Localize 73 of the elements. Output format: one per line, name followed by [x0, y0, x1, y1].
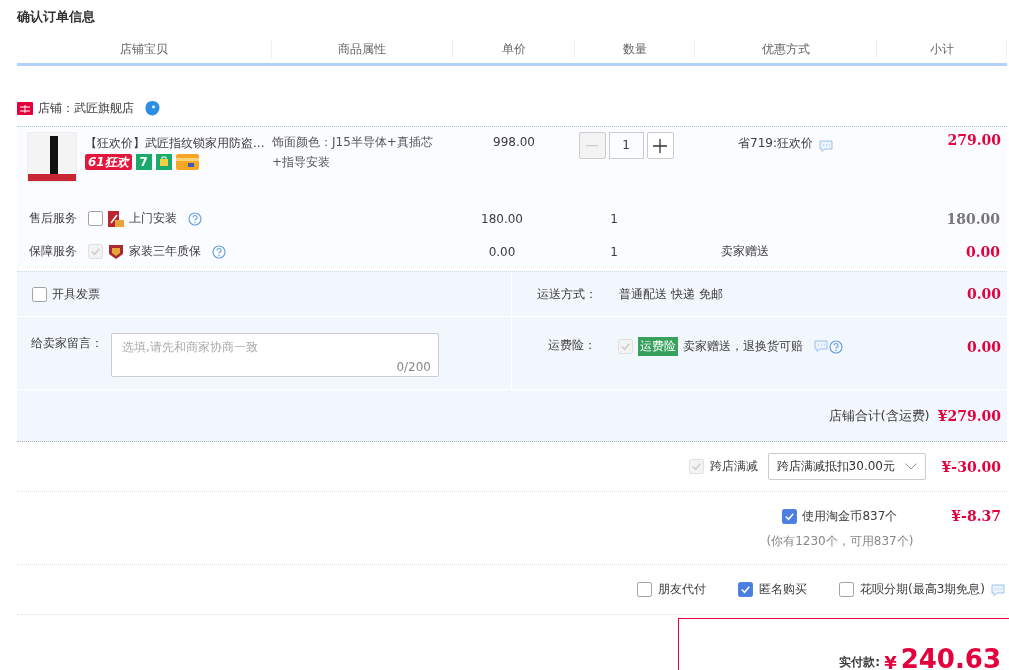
- return-badge: 7: [135, 154, 152, 170]
- shipping-label: 运送方式：: [537, 285, 597, 303]
- service-name: 家装三年质保: [129, 243, 201, 260]
- help-icon[interactable]: [188, 211, 202, 226]
- promo-badge: 61狂欢: [85, 154, 132, 170]
- unit-price: 180.00: [480, 211, 524, 226]
- discount-amount: ¥-30.00: [941, 458, 1001, 475]
- coins-amount: ¥-8.37: [951, 508, 1001, 526]
- card-icon: [175, 154, 199, 170]
- checkbox[interactable]: [637, 582, 652, 597]
- invoice-label[interactable]: 开具发票: [52, 285, 100, 303]
- insurance-label: 运费险：: [548, 337, 596, 354]
- product-thumbnail[interactable]: [27, 132, 77, 182]
- insurance-text: 卖家赠送，退换货可赔: [683, 338, 803, 355]
- shipping-fee: 0.00: [966, 286, 1001, 302]
- message-label: 给卖家留言：: [31, 335, 103, 352]
- increase-button[interactable]: [646, 132, 674, 159]
- help-icon[interactable]: [212, 244, 226, 259]
- character-counter: 0/200: [396, 360, 431, 374]
- column-header: 店铺宝贝: [17, 40, 272, 59]
- quantity: 1: [609, 244, 619, 259]
- checkbox[interactable]: [88, 211, 103, 226]
- shipping-method: 普通配送 快递 免邮: [619, 285, 723, 303]
- total-label: 实付款:: [839, 654, 881, 670]
- shop-total-label: 店铺合计(含运费): [828, 406, 930, 425]
- option-label[interactable]: 朋友代付: [658, 581, 706, 598]
- column-header: 商品属性: [272, 40, 453, 59]
- chat-icon[interactable]: [818, 140, 833, 152]
- insurance-fee: 0.00: [966, 339, 1001, 355]
- service-label: 售后服务: [29, 210, 78, 227]
- subtotal: 279.00: [947, 132, 1001, 148]
- chat-icon[interactable]: [991, 583, 1005, 596]
- total-amount: 240.63: [900, 645, 1001, 670]
- quantity: 1: [609, 211, 619, 226]
- checkbox[interactable]: [32, 286, 47, 302]
- column-header: 单价: [453, 40, 575, 59]
- quantity-field[interactable]: 1: [608, 132, 644, 159]
- plus-icon: [653, 138, 667, 153]
- option-label[interactable]: 花呗分期(最高3期免息): [860, 581, 985, 598]
- insurance-badge: 运费险: [638, 337, 678, 356]
- discount-text: 省719:狂欢价: [738, 135, 813, 152]
- cross-store-label: 跨店满减: [709, 458, 758, 475]
- shop-name[interactable]: 店铺：武匠旗舰店: [38, 99, 134, 117]
- coins-label[interactable]: 使用淘金币837个: [802, 508, 898, 525]
- subtotal: 0.00: [965, 243, 1000, 260]
- help-icon[interactable]: [829, 339, 843, 354]
- checkbox[interactable]: [839, 582, 854, 597]
- column-header: 数量: [575, 40, 695, 59]
- shop-logo-icon: [17, 101, 33, 115]
- shield-icon: [108, 243, 124, 260]
- bag-icon: [155, 154, 172, 170]
- checkbox[interactable]: [738, 582, 753, 597]
- offer-text: 卖家赠送: [721, 244, 769, 258]
- column-header: 小计: [877, 40, 1007, 59]
- subtotal: 180.00: [946, 210, 1000, 227]
- currency-symbol: ¥: [884, 652, 897, 670]
- service-name: 上门安装: [129, 210, 177, 227]
- service-label: 保障服务: [29, 243, 78, 260]
- product-attribute: 饰面颜色：J15半导体+真插芯+指导安装: [272, 134, 434, 171]
- page-title: 确认订单信息: [15, 8, 96, 26]
- coins-note: (你有1230个，可用837个): [766, 533, 914, 550]
- minus-icon: [586, 144, 598, 147]
- chat-icon[interactable]: [814, 339, 828, 352]
- unit-price: 998.00: [492, 134, 536, 151]
- chevron-down-icon: [904, 463, 917, 470]
- column-header: 优惠方式: [695, 40, 877, 59]
- checkbox[interactable]: [782, 509, 798, 524]
- tool-icon: [108, 210, 124, 227]
- unit-price: 0.00: [487, 244, 517, 259]
- product-title[interactable]: 【狂欢价】武匠指纹锁家用防盗...: [85, 135, 265, 151]
- option-label[interactable]: 匿名购买: [759, 581, 807, 598]
- shop-total: ¥279.00: [937, 407, 1001, 424]
- chat-bubble-icon[interactable]: [144, 99, 161, 117]
